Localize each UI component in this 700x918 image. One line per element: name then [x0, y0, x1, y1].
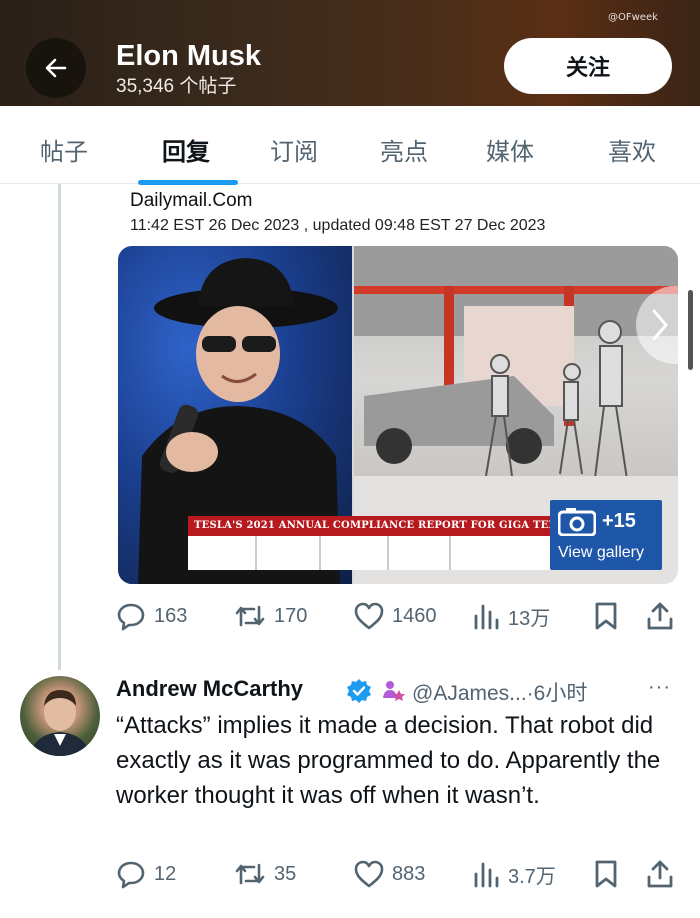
reply-icon: [117, 603, 145, 631]
views-action[interactable]: 13万: [472, 598, 550, 634]
table-lines-illustration: [255, 536, 451, 570]
more-options-button[interactable]: ···: [648, 676, 671, 699]
repost-icon: [235, 605, 265, 627]
report-table: [188, 536, 558, 570]
reply-count: 12: [154, 862, 177, 885]
gallery-label: View gallery: [558, 544, 644, 561]
profile-name: Elon Musk: [116, 40, 262, 72]
gallery-count: +15: [602, 510, 636, 532]
avatar-illustration: [30, 690, 90, 756]
profile-tabs: 帖子 回复 订阅 亮点 媒体 喜欢: [0, 106, 700, 185]
reply-icon: [117, 861, 145, 889]
view-gallery-button[interactable]: +15 View gallery: [550, 500, 662, 570]
reply-actions: 12 35 883 3.7万: [116, 856, 680, 892]
post-count: 35,346 个帖子: [116, 76, 237, 97]
active-tab-indicator: [138, 180, 238, 185]
card-image[interactable]: TESLA'S 2021 ANNUAL COMPLIANCE REPORT FO…: [118, 246, 678, 584]
repost-count: 35: [274, 862, 297, 885]
views-count: 3.7万: [508, 865, 556, 888]
bookmark-icon: [595, 602, 617, 630]
repost-action[interactable]: 170: [234, 598, 307, 634]
reply-text: “Attacks” implies it made a decision. Th…: [116, 712, 661, 809]
views-action[interactable]: 3.7万: [472, 856, 556, 892]
share-icon: [647, 860, 673, 888]
views-chart-icon: [474, 604, 499, 630]
affiliation-badge-icon: [383, 681, 405, 701]
report-banner: TESLA'S 2021 ANNUAL COMPLIANCE REPORT FO…: [188, 516, 558, 536]
card-date: 11:42 EST 26 Dec 2023 , updated 09:48 ES…: [130, 217, 546, 234]
reply-handle-time[interactable]: @AJames...·6小时: [412, 677, 587, 707]
share-icon: [647, 602, 673, 630]
views-count: 13万: [508, 607, 551, 630]
heart-icon: [354, 860, 384, 888]
tab-posts[interactable]: 帖子: [40, 132, 88, 167]
tab-subscriptions[interactable]: 订阅: [270, 132, 318, 167]
like-count: 883: [392, 862, 426, 885]
card-source: Dailymail.Com: [130, 190, 253, 211]
follow-button[interactable]: 关注: [504, 38, 672, 94]
share-action[interactable]: [646, 856, 674, 892]
scrollbar[interactable]: [688, 290, 693, 370]
avatar[interactable]: [20, 676, 100, 756]
like-action[interactable]: 1460: [354, 598, 437, 634]
watermark: @OFweek: [608, 12, 658, 23]
post-actions: 163 170 1460 13万: [116, 598, 680, 634]
reply-action[interactable]: 163: [116, 598, 187, 634]
reply-author-name[interactable]: Andrew McCarthy: [116, 676, 303, 702]
chevron-right-icon: [652, 309, 668, 341]
like-action[interactable]: 883: [354, 856, 425, 892]
camera-icon: [558, 508, 596, 536]
back-button[interactable]: [26, 38, 86, 98]
back-arrow-icon: [45, 58, 67, 78]
verified-badge-icon: [347, 679, 371, 703]
tab-likes[interactable]: 喜欢: [608, 132, 656, 167]
like-count: 1460: [392, 604, 437, 627]
profile-header: @OFweek Elon Musk 35,346 个帖子 关注: [0, 0, 700, 106]
thread-connector-line: [58, 184, 61, 670]
tab-highlights[interactable]: 亮点: [380, 132, 428, 167]
views-chart-icon: [474, 862, 499, 888]
reply-count: 163: [154, 604, 188, 627]
reply-action[interactable]: 12: [116, 856, 176, 892]
repost-icon: [235, 863, 265, 885]
heart-icon: [354, 602, 384, 630]
share-action[interactable]: [646, 598, 674, 634]
repost-action[interactable]: 35: [234, 856, 296, 892]
repost-count: 170: [274, 604, 308, 627]
bookmark-action[interactable]: [594, 856, 618, 892]
bookmark-action[interactable]: [594, 598, 618, 634]
tab-replies[interactable]: 回复: [162, 132, 210, 167]
tab-media[interactable]: 媒体: [486, 132, 534, 167]
bookmark-icon: [595, 860, 617, 888]
